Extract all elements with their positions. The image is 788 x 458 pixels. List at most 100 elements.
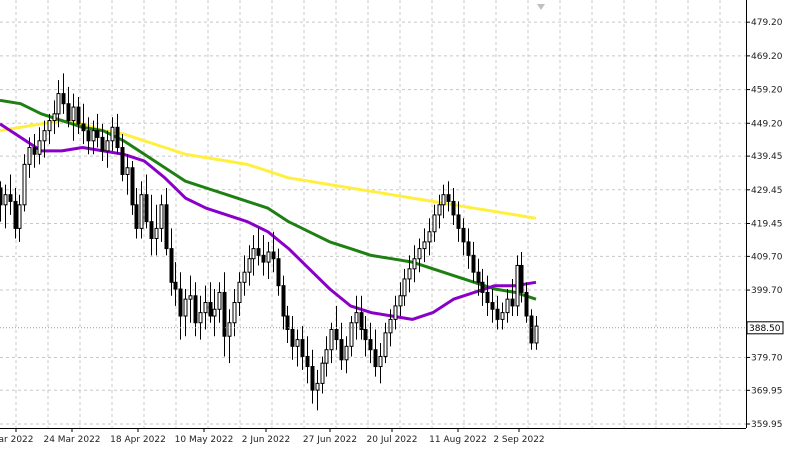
candle-body <box>368 339 373 351</box>
candle-body <box>115 126 120 149</box>
candle-body <box>300 339 305 357</box>
candle-body <box>500 312 505 320</box>
candle-body <box>456 214 461 229</box>
candle-body <box>417 248 422 260</box>
candle-body <box>276 258 281 287</box>
candle-body <box>339 339 344 361</box>
candle-body <box>100 136 105 152</box>
x-tick-label: 2 Sep 2022 <box>493 435 544 445</box>
candle-body <box>373 349 378 368</box>
candle-body <box>217 291 222 310</box>
y-tick-label: 459.20 <box>751 86 783 96</box>
candle-body <box>524 291 529 317</box>
plot-area-bg <box>0 0 746 428</box>
candle-body <box>232 302 237 324</box>
candle-body <box>393 305 398 320</box>
candle-body <box>529 315 534 344</box>
candle-body <box>76 106 81 125</box>
candle-body <box>71 106 76 122</box>
candle-body <box>485 291 490 304</box>
candle-body <box>247 258 252 273</box>
candle-body <box>266 251 271 263</box>
candle-body <box>144 194 149 223</box>
y-tick-label: 409.70 <box>751 252 783 262</box>
candle-body <box>383 332 388 357</box>
candle-body <box>324 349 329 364</box>
candle-body <box>388 318 393 334</box>
candle-body <box>295 339 300 347</box>
candle-body <box>139 194 144 229</box>
candle-body <box>412 258 417 270</box>
candle-body <box>52 113 57 122</box>
candle-body <box>441 194 446 206</box>
candle-body <box>398 295 403 307</box>
candle-body <box>476 271 481 283</box>
candle-body <box>81 123 86 132</box>
candle-body <box>125 167 130 175</box>
candle-body <box>178 288 183 317</box>
candle-body <box>515 264 520 307</box>
candle-body <box>329 328 334 351</box>
candle-body <box>105 140 110 152</box>
y-tick-label: 399.70 <box>751 286 783 296</box>
candle-body <box>315 382 320 391</box>
candle-body <box>505 298 510 314</box>
x-axis-labels: ar 2022 24 Mar 2022 18 Apr 2022 10 May 2022… <box>0 428 545 445</box>
candle-body <box>227 322 232 337</box>
x-tick-label: 2 Jun 2022 <box>242 435 290 445</box>
candle-body <box>407 268 412 280</box>
price-chart[interactable]: 479.20 469.20 459.20 449.20 439.45 429.45 419.… <box>0 0 788 453</box>
candle-body <box>310 366 315 391</box>
candle-body <box>432 214 437 233</box>
candle-body <box>86 130 91 142</box>
candle-body <box>354 312 359 324</box>
candle-body <box>56 93 61 115</box>
candle-body <box>183 298 188 317</box>
candle-body <box>61 93 66 105</box>
y-tick-label: 359.95 <box>751 420 783 430</box>
candle-body <box>37 140 42 155</box>
candle-body <box>237 281 242 304</box>
candle-body <box>193 295 198 324</box>
y-tick-label: 449.20 <box>751 119 783 129</box>
candle-body <box>495 308 500 320</box>
candle-body <box>490 302 495 310</box>
candle-body <box>349 322 354 347</box>
candle-body <box>47 120 52 132</box>
candle-body <box>173 281 178 290</box>
candle-body <box>466 241 471 256</box>
candle-body <box>3 194 8 206</box>
candle-body <box>471 254 476 273</box>
candle-body <box>164 204 169 250</box>
candle-body <box>208 302 213 317</box>
x-tick-label: 20 Jul 2022 <box>367 435 418 445</box>
candle-body <box>427 231 432 243</box>
candle-body <box>402 278 407 297</box>
candle-body <box>242 271 247 283</box>
candle-body <box>437 204 442 216</box>
y-tick-label: 369.95 <box>751 386 783 396</box>
candle-body <box>222 291 227 337</box>
current-price-text: 388.50 <box>749 324 781 334</box>
candle-body <box>534 325 539 344</box>
x-tick-label: 24 Mar 2022 <box>43 435 100 445</box>
y-tick-label: 479.20 <box>751 18 783 28</box>
x-tick-label: ar 2022 <box>0 435 33 445</box>
candle-body <box>188 295 193 300</box>
candle-body <box>519 264 524 293</box>
chart-root: 479.20 469.20 459.20 449.20 439.45 429.45 419.… <box>0 0 788 453</box>
candle-body <box>95 130 100 138</box>
candle-body <box>8 194 13 202</box>
candle-body <box>461 227 466 243</box>
candle-body <box>159 204 164 229</box>
candle-body <box>344 345 349 361</box>
y-tick-label: 429.45 <box>751 186 783 196</box>
candle-body <box>22 163 27 206</box>
candle-body <box>42 130 47 142</box>
y-tick-label: 469.20 <box>751 52 783 62</box>
candle-body <box>446 194 451 202</box>
candle-body <box>281 285 286 317</box>
candle-body <box>0 187 3 206</box>
candle-body <box>451 200 456 216</box>
candle-body <box>359 312 364 330</box>
